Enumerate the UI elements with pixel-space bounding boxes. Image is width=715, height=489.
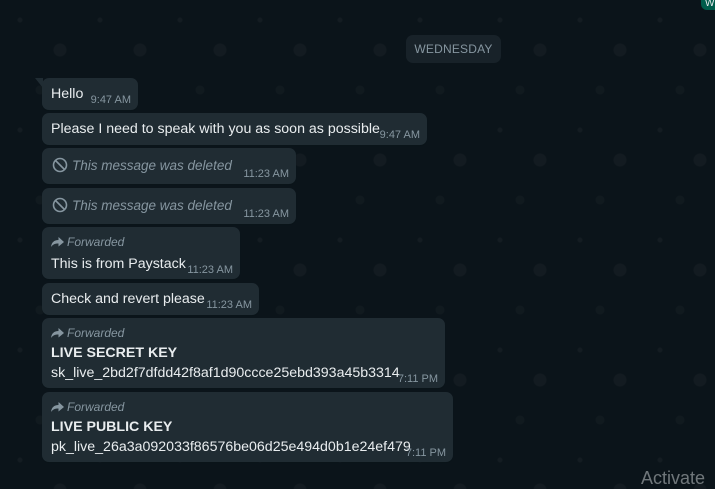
forwarded-indicator: Forwarded [51,400,124,414]
corner-tab-label: W [705,0,715,9]
ban-icon [52,197,68,213]
forwarded-message-bubble[interactable]: Forwarded LIVE SECRET KEY sk_live_2bd2f7… [42,318,445,388]
ban-icon [52,157,68,173]
forwarded-label: Forwarded [67,326,125,340]
forwarded-label: Forwarded [67,400,125,414]
message-time: 11:23 AM [187,264,233,276]
message-time: 7:11 PM [397,373,438,385]
message-time: 11:23 AM [243,168,289,180]
message-time: 11:23 AM [206,299,252,311]
message-text: sk_live_2bd2f7dfdd42f8af1d90ccce25ebd393… [51,365,400,381]
forward-arrow-icon [51,328,64,338]
message-text: pk_live_26a3a092033f86576be06d25e494d0b1… [51,439,411,455]
message-bubble[interactable]: Check and revert please 11:23 AM [42,283,259,315]
forwarded-indicator: Forwarded [51,235,124,249]
date-divider: WEDNESDAY [406,35,501,63]
deleted-message-text: This message was deleted [72,158,232,173]
message-text: Please I need to speak with you as soon … [51,121,380,137]
message-bubble[interactable]: Please I need to speak with you as soon … [42,113,427,145]
corner-tab[interactable]: W [701,0,715,10]
message-time: 9:47 AM [90,94,131,106]
deleted-message-text: This message was deleted [72,198,232,213]
deleted-message-bubble[interactable]: This message was deleted 11:23 AM [42,188,296,224]
message-time: 9:47 AM [379,129,420,141]
message-time: 7:11 PM [405,447,446,459]
activate-windows-watermark: Activate [641,468,706,488]
message-text: Check and revert please [51,291,205,307]
message-text: Hello [51,86,84,102]
message-title: LIVE PUBLIC KEY [51,419,173,435]
forwarded-label: Forwarded [67,235,125,249]
forward-arrow-icon [51,237,64,247]
deleted-message-bubble[interactable]: This message was deleted 11:23 AM [42,148,296,184]
message-bubble[interactable]: Hello 9:47 AM [35,78,138,110]
message-text: This is from Paystack [51,256,186,272]
forwarded-indicator: Forwarded [51,326,124,340]
forwarded-message-bubble[interactable]: Forwarded This is from Paystack 11:23 AM [42,227,240,279]
message-title: LIVE SECRET KEY [51,345,178,361]
forward-arrow-icon [51,402,64,412]
message-time: 11:23 AM [243,208,289,220]
forwarded-message-bubble[interactable]: Forwarded LIVE PUBLIC KEY pk_live_26a3a0… [42,392,453,462]
